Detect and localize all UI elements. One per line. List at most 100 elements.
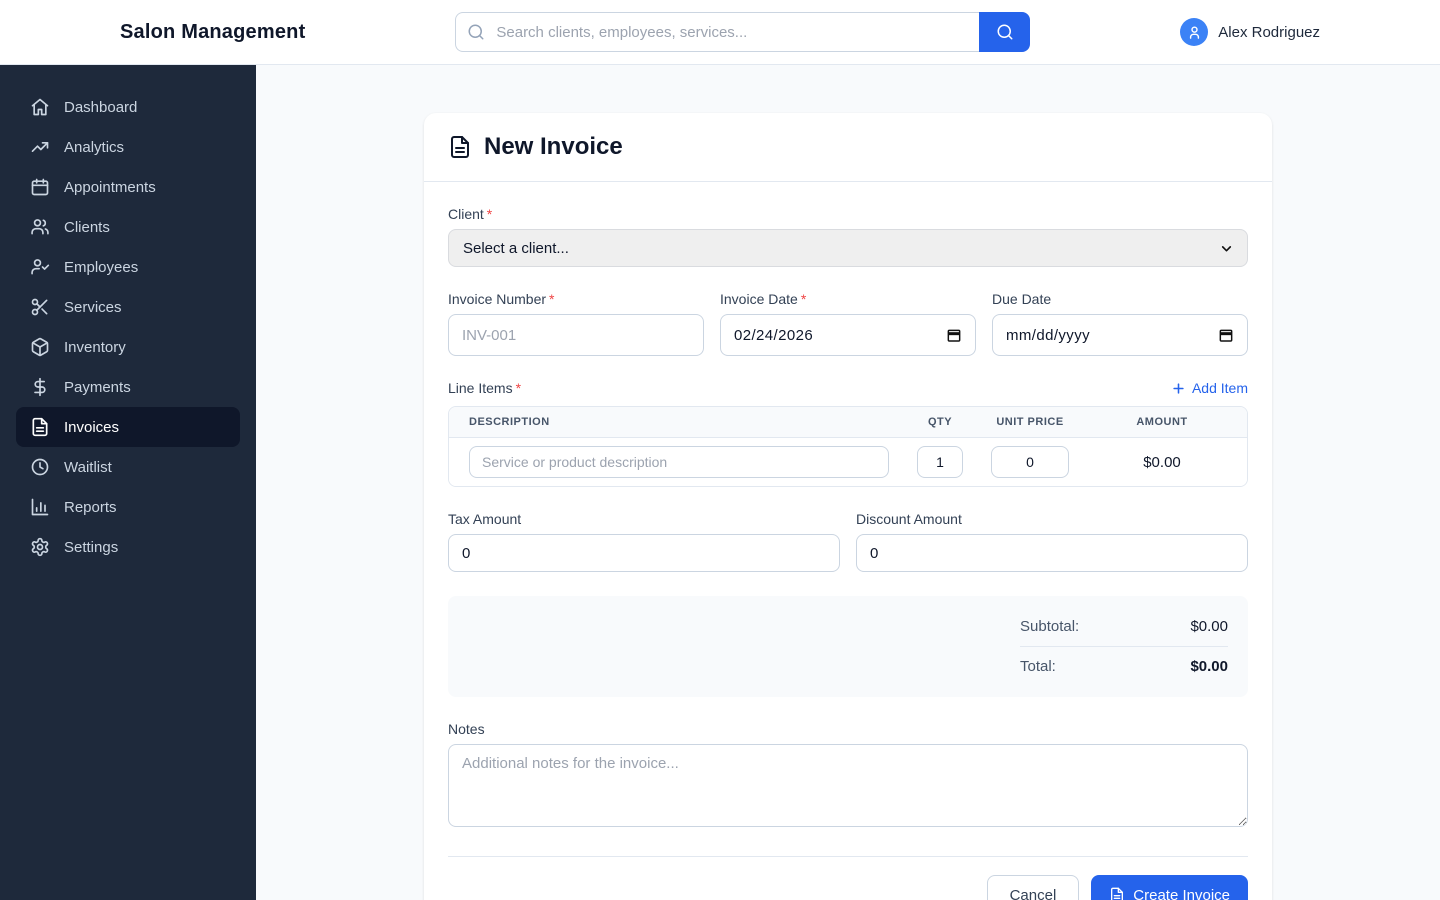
line-items-table: Description Qty Unit Price Amount $0.00 (448, 406, 1248, 487)
client-field-group: Client * Select a client... (448, 206, 1248, 267)
app-title: Salon Management (120, 20, 306, 43)
sidebar-item-inventory[interactable]: Inventory (16, 327, 240, 367)
invoice-number-field[interactable] (448, 314, 704, 356)
totals-panel: Subtotal: $0.00 Total: $0.00 (448, 596, 1248, 697)
item-qty-input[interactable] (917, 446, 963, 478)
line-items-header: Line Items * Add Item (448, 380, 1248, 396)
sidebar-item-settings[interactable]: Settings (16, 527, 240, 567)
sidebar-item-dashboard[interactable]: Dashboard (16, 87, 240, 127)
required-marker: * (515, 380, 522, 396)
user-icon (1189, 25, 1199, 39)
invoice-date-label: Invoice Date * (720, 291, 807, 307)
line-items-label: Line Items * (448, 380, 522, 396)
discount-amount-input[interactable] (856, 534, 1248, 572)
required-marker: * (549, 291, 555, 307)
create-invoice-button[interactable]: Create Invoice (1091, 875, 1248, 900)
cancel-button[interactable]: Cancel (986, 875, 1080, 900)
sidebar-item-services[interactable]: Services (16, 287, 240, 327)
calendar-icon[interactable] (946, 327, 962, 343)
sidebar: Dashboard Analytics Appointments Clients… (0, 65, 256, 900)
item-unit-price-input[interactable] (991, 446, 1069, 478)
clock-icon (30, 457, 50, 477)
sidebar-item-label: Appointments (64, 178, 156, 196)
sidebar-item-clients[interactable]: Clients (16, 207, 240, 247)
gear-icon (30, 537, 50, 557)
scissors-icon (30, 297, 50, 317)
notes-label: Notes (448, 721, 485, 737)
bar-chart-icon (30, 497, 50, 517)
discount-group: Discount Amount (856, 511, 1248, 572)
package-icon (30, 337, 50, 357)
home-icon (30, 97, 50, 117)
global-search (455, 12, 1031, 52)
sidebar-item-label: Services (64, 298, 122, 316)
page-title: New Invoice (484, 133, 623, 160)
dollar-icon (30, 377, 50, 397)
sidebar-item-label: Invoices (64, 418, 120, 436)
required-marker: * (800, 291, 807, 307)
notes-textarea[interactable] (448, 744, 1248, 827)
sidebar-item-label: Settings (64, 538, 119, 556)
subtotal-value: $0.00 (1190, 618, 1228, 635)
new-invoice-card: New Invoice Client * Select a client... I… (424, 113, 1272, 900)
sidebar-item-label: Analytics (64, 138, 125, 156)
search-icon (996, 23, 1014, 41)
line-item-row: $0.00 (449, 438, 1247, 486)
plus-icon (1171, 381, 1186, 396)
tax-group: Tax Amount (448, 511, 840, 572)
line-items-table-head: Description Qty Unit Price Amount (449, 407, 1247, 438)
sidebar-item-label: Waitlist (64, 458, 112, 476)
avatar (1180, 18, 1209, 46)
invoice-number-label: Invoice Number * (448, 291, 555, 307)
adjustments-row: Tax Amount Discount Amount (448, 511, 1248, 572)
due-date-label: Due Date (992, 291, 1052, 307)
search-button[interactable] (979, 12, 1031, 52)
due-date-group: Due Date mm/dd/yyyy (992, 291, 1248, 356)
sidebar-item-analytics[interactable]: Analytics (16, 127, 240, 167)
sidebar-item-reports[interactable]: Reports (16, 487, 240, 527)
subtotal-label: Subtotal: (1020, 618, 1080, 635)
file-text-icon (1109, 887, 1125, 900)
total-value: $0.00 (1190, 658, 1228, 675)
client-label: Client * (448, 206, 493, 222)
total-row: Total: $0.00 (1020, 647, 1228, 681)
calendar-icon (30, 177, 50, 197)
due-date-value: mm/dd/yyyy (1006, 326, 1091, 344)
column-header-qty: Qty (927, 416, 953, 428)
sidebar-item-waitlist[interactable]: Waitlist (16, 447, 240, 487)
file-text-icon (448, 135, 472, 159)
sidebar-item-label: Payments (64, 378, 131, 396)
invoice-date-field[interactable]: 02/24/2026 (720, 314, 976, 356)
user-menu[interactable]: Alex Rodriguez (1180, 18, 1320, 46)
sidebar-item-label: Clients (64, 218, 110, 236)
column-header-unit-price: Unit Price (996, 416, 1064, 428)
add-item-button[interactable]: Add Item (1171, 380, 1248, 396)
top-header: Salon Management Alex Rodriguez (0, 0, 1440, 65)
column-header-description: Description (469, 416, 550, 428)
notes-group: Notes (448, 721, 1248, 832)
invoice-meta-row: Invoice Number* Invoice Date* 02/24/2026… (448, 291, 1248, 356)
invoice-form: Client * Select a client... Invoice Numbe… (424, 182, 1272, 900)
client-select[interactable]: Select a client... (448, 229, 1248, 267)
users-icon (30, 217, 50, 237)
search-input[interactable] (455, 12, 980, 52)
sidebar-item-invoices[interactable]: Invoices (16, 407, 240, 447)
main-content: New Invoice Client * Select a client... I… (256, 65, 1440, 900)
item-amount-value: $0.00 (1143, 453, 1181, 471)
sidebar-item-appointments[interactable]: Appointments (16, 167, 240, 207)
subtotal-row: Subtotal: $0.00 (1020, 612, 1228, 647)
trending-up-icon (30, 137, 50, 157)
tax-amount-input[interactable] (448, 534, 840, 572)
sidebar-item-employees[interactable]: Employees (16, 247, 240, 287)
search-icon (467, 23, 485, 41)
user-check-icon (30, 257, 50, 277)
user-name: Alex Rodriguez (1218, 23, 1320, 41)
calendar-icon[interactable] (1218, 327, 1234, 343)
due-date-field[interactable]: mm/dd/yyyy (992, 314, 1248, 356)
sidebar-item-payments[interactable]: Payments (16, 367, 240, 407)
sidebar-item-label: Inventory (64, 338, 126, 356)
required-marker: * (486, 206, 493, 222)
item-description-input[interactable] (469, 446, 889, 478)
form-actions: Cancel Create Invoice (448, 856, 1248, 900)
client-select-value: Select a client... (463, 239, 569, 257)
